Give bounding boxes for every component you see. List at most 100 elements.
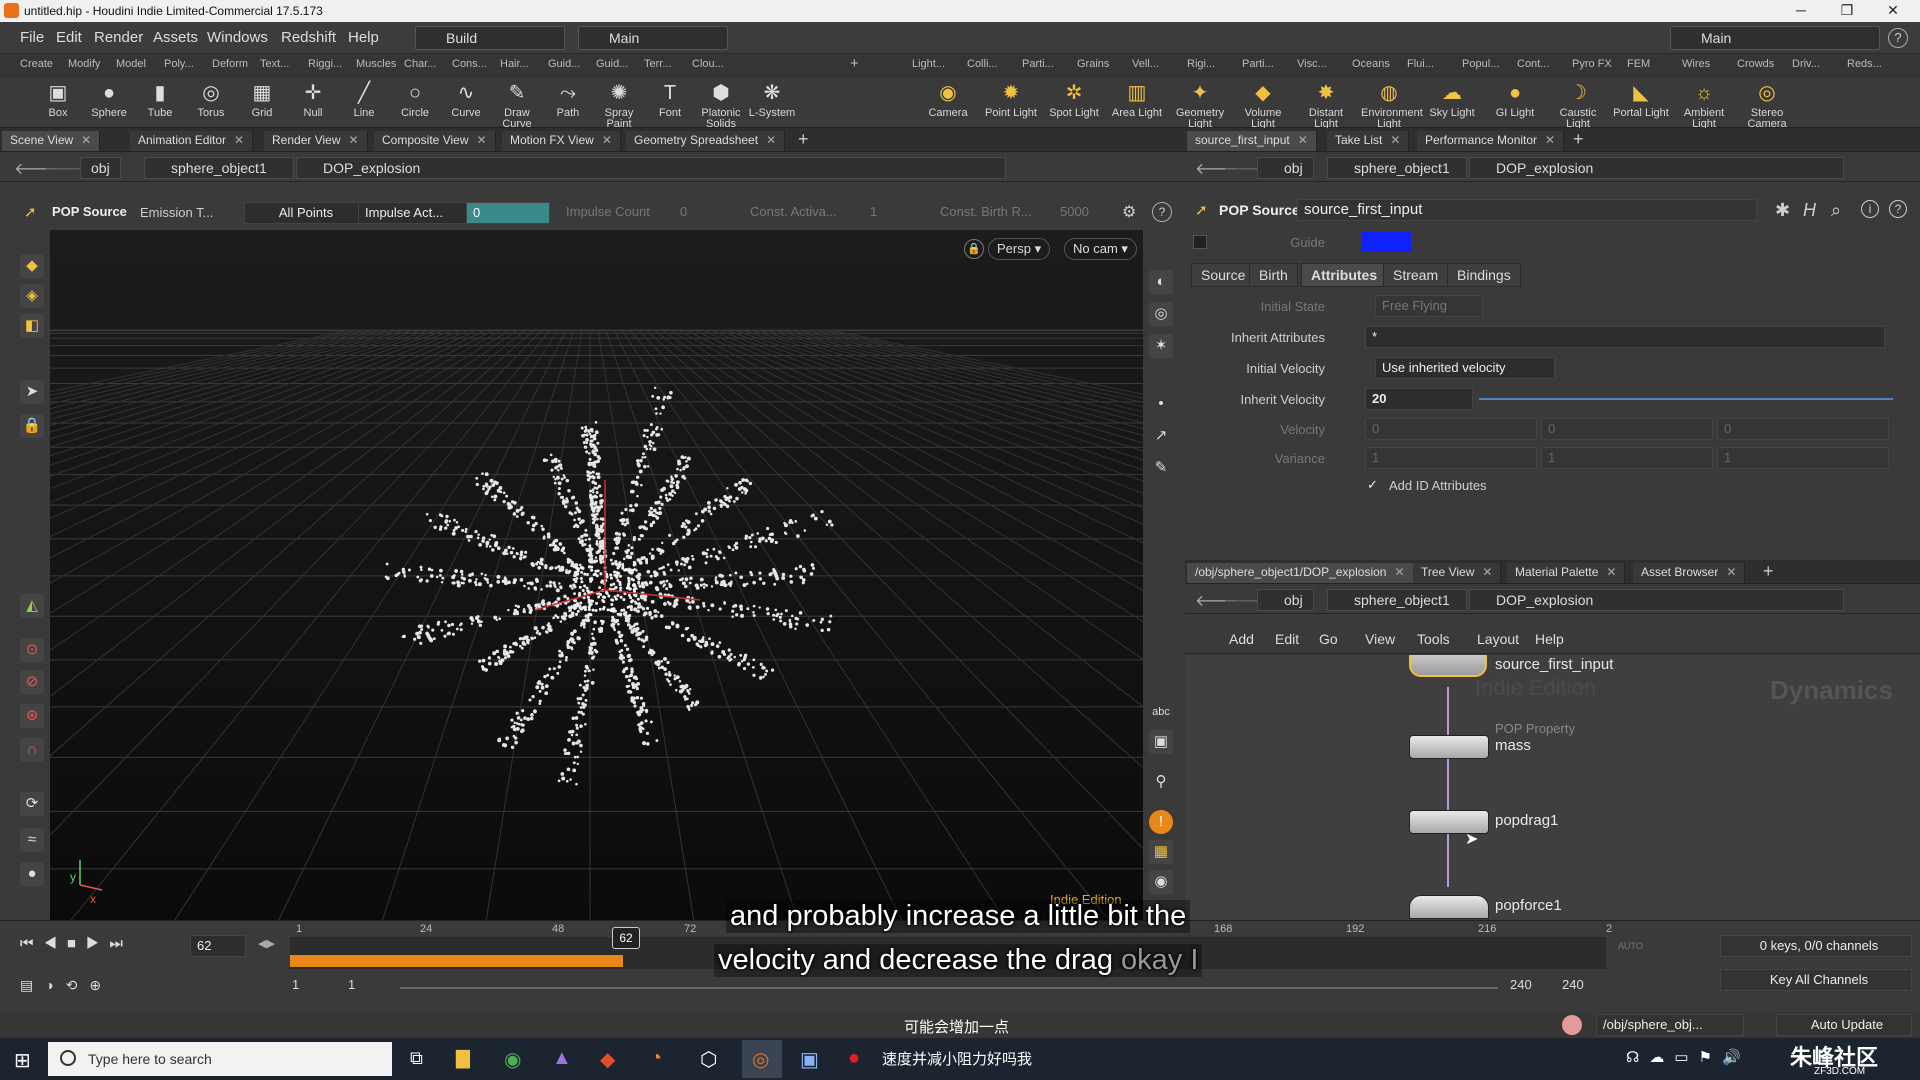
- network-menu-layout[interactable]: Layout: [1477, 631, 1519, 647]
- snap-magnet-icon[interactable]: ∩: [20, 738, 44, 762]
- perspective-menu[interactable]: Persp ▾: [988, 238, 1051, 260]
- network-path-root[interactable]: obj: [1257, 589, 1314, 611]
- path-root[interactable]: obj: [80, 157, 121, 179]
- shelf-tab-1[interactable]: Modify: [68, 58, 100, 70]
- system-tray-icons[interactable]: ☊☁▭⚑🔊: [1626, 1048, 1751, 1066]
- shelf-tab-4[interactable]: Deform: [212, 58, 248, 70]
- unity-icon[interactable]: ⬡: [700, 1047, 717, 1072]
- menu-assets[interactable]: Assets: [153, 29, 198, 46]
- network-tab-close-icon[interactable]: ✕: [1394, 565, 1404, 579]
- handle-tool-icon[interactable]: ◧: [20, 314, 44, 338]
- left-tab-0[interactable]: Scene View ✕: [2, 131, 101, 151]
- shelf-tab-11[interactable]: Guid...: [548, 58, 580, 70]
- param-path-node[interactable]: DOP_explosion: [1469, 157, 1844, 179]
- arrow-tool-icon[interactable]: ➤: [20, 380, 44, 404]
- left-tab-close-icon[interactable]: ✕: [81, 133, 91, 147]
- param-path-object[interactable]: sphere_object1: [1327, 157, 1467, 179]
- add-id-checkbox[interactable]: ✓: [1367, 478, 1381, 492]
- recording-icon[interactable]: ●: [848, 1047, 860, 1070]
- auto-key-icon[interactable]: AUTO: [1618, 941, 1643, 951]
- menu-redshift[interactable]: Redshift: [281, 29, 336, 46]
- add-shelf-tab-icon[interactable]: +: [850, 55, 859, 72]
- windows-start-icon[interactable]: ⊞: [14, 1048, 31, 1073]
- const-activation-field[interactable]: 1: [864, 202, 883, 224]
- snap-curve-icon[interactable]: ⊘: [20, 670, 44, 694]
- app-red-icon[interactable]: ◆: [600, 1047, 615, 1072]
- end-frame-field[interactable]: 240: [1556, 975, 1590, 997]
- shelf-tab-right-9[interactable]: Flui...: [1407, 58, 1434, 70]
- shelf-tab-right-15[interactable]: Crowds: [1737, 58, 1774, 70]
- param-add-tab-icon[interactable]: +: [1573, 129, 1584, 150]
- move-tool-icon[interactable]: ◈: [20, 284, 44, 308]
- network-menu-add[interactable]: Add: [1229, 631, 1254, 647]
- node-popforce1[interactable]: [1409, 895, 1489, 919]
- image-display-icon[interactable]: ▣: [1149, 730, 1173, 754]
- status-path-field[interactable]: /obj/sphere_obj...: [1596, 1014, 1744, 1036]
- visibility-icon[interactable]: ◉: [1149, 870, 1173, 894]
- minimize-button[interactable]: ─: [1778, 0, 1824, 22]
- taskbar-search-box[interactable]: Type here to search: [48, 1042, 392, 1076]
- param-tab-2[interactable]: Performance Monitor ✕: [1417, 131, 1565, 151]
- tool-portal-light[interactable]: ◣ Portal Light: [1613, 80, 1669, 126]
- tool-sphere[interactable]: ● Sphere: [81, 80, 137, 126]
- menu-windows[interactable]: Windows: [207, 29, 268, 46]
- tool-l-system[interactable]: ❋ L-System: [744, 80, 800, 126]
- shelf-tab-right-17[interactable]: Reds...: [1847, 58, 1882, 70]
- tool-caustic-light[interactable]: ☽ Caustic Light: [1550, 80, 1606, 130]
- auto-update-select[interactable]: Auto Update: [1776, 1014, 1912, 1036]
- pin-icon[interactable]: ⚲: [1149, 770, 1173, 794]
- const-birth-field[interactable]: 5000: [1054, 202, 1095, 224]
- param-tab-close-icon[interactable]: ✕: [1298, 133, 1308, 147]
- guide-color-swatch[interactable]: [1361, 232, 1411, 252]
- tool-platonic-solids[interactable]: ⬢ Platonic Solids: [693, 80, 749, 130]
- shelf-tab-right-13[interactable]: FEM: [1627, 58, 1650, 70]
- tool-ambient-light[interactable]: ☼ Ambient Light: [1676, 80, 1732, 130]
- camera-view-icon[interactable]: ◐: [1149, 270, 1173, 294]
- left-tab-5[interactable]: Geometry Spreadsheet ✕: [626, 131, 786, 151]
- tool-curve[interactable]: ∿ Curve: [438, 80, 494, 126]
- param-tab-birth[interactable]: Birth: [1249, 263, 1298, 287]
- current-frame-field[interactable]: 62: [190, 935, 246, 957]
- tool-line[interactable]: ╱ Line: [336, 80, 392, 126]
- gear-icon[interactable]: ✱: [1775, 200, 1790, 221]
- inherit-velocity-slider[interactable]: [1479, 398, 1893, 400]
- op-help-icon[interactable]: ?: [1152, 202, 1172, 222]
- initial-state-select[interactable]: Free Flying: [1375, 295, 1483, 317]
- desktop-main-dropdown[interactable]: Main: [578, 26, 728, 50]
- path-object[interactable]: sphere_object1: [144, 157, 294, 179]
- tool-camera[interactable]: ◉ Camera: [920, 80, 976, 126]
- param-tab-close-icon[interactable]: ✕: [1545, 133, 1555, 147]
- tool-point-light[interactable]: ✹ Point Light: [983, 80, 1039, 126]
- tool-spray-paint[interactable]: ✺ Spray Paint: [591, 80, 647, 130]
- tool-grid[interactable]: ▦ Grid: [234, 80, 290, 126]
- velocity-z-field[interactable]: 0: [1717, 418, 1889, 440]
- help-icon[interactable]: ?: [1888, 28, 1908, 48]
- desktop-main-right-dropdown[interactable]: Main: [1670, 26, 1880, 50]
- magnet-icon[interactable]: ⊙: [20, 638, 44, 662]
- network-menu-view[interactable]: View: [1365, 631, 1395, 647]
- menu-edit[interactable]: Edit: [56, 29, 82, 46]
- left-tab-3[interactable]: Composite View ✕: [374, 131, 496, 151]
- orbit-icon[interactable]: ⟳: [20, 792, 44, 816]
- tool-null[interactable]: ✛ Null: [285, 80, 341, 126]
- start-frame-field[interactable]: 1: [286, 975, 305, 997]
- param-tab-stream[interactable]: Stream: [1383, 263, 1449, 287]
- window-app-icon[interactable]: ▣: [800, 1047, 819, 1072]
- network-path-object[interactable]: sphere_object1: [1327, 589, 1467, 611]
- tool-sky-light[interactable]: ☁ Sky Light: [1424, 80, 1480, 126]
- shelf-tab-right-16[interactable]: Driv...: [1792, 58, 1820, 70]
- render-status-icon[interactable]: [1562, 1015, 1582, 1035]
- param-path-root[interactable]: obj: [1257, 157, 1314, 179]
- desktop-build-dropdown[interactable]: Build: [415, 26, 565, 50]
- left-tab-2[interactable]: Render View ✕: [264, 131, 368, 151]
- pen-icon[interactable]: ✎: [1149, 456, 1173, 480]
- shelf-tab-9[interactable]: Cons...: [452, 58, 487, 70]
- menu-help[interactable]: Help: [348, 29, 379, 46]
- grid-icon[interactable]: ▦: [1149, 840, 1173, 864]
- shelf-tab-14[interactable]: Clou...: [692, 58, 724, 70]
- inherit-attributes-field[interactable]: *: [1365, 326, 1885, 348]
- network-add-tab-icon[interactable]: +: [1763, 561, 1774, 582]
- network-menu-help[interactable]: Help: [1535, 631, 1564, 647]
- camera-menu[interactable]: No cam ▾: [1064, 238, 1137, 260]
- settings-icon[interactable]: ⚙: [1122, 202, 1136, 222]
